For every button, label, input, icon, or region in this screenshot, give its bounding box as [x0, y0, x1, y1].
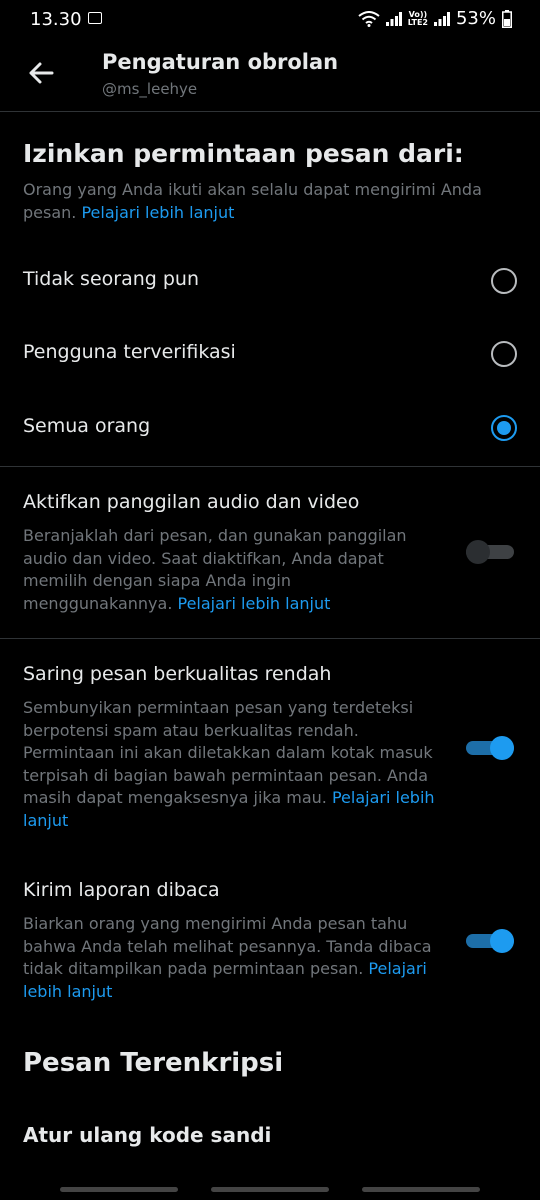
battery-percent: 53% — [455, 8, 496, 29]
page-title: Pengaturan obrolan — [102, 50, 339, 74]
setting-title: Saring pesan berkualitas rendah — [23, 663, 332, 685]
status-bar: 13.30 Vo)) LTE2 53% — [0, 0, 540, 40]
signal-icon — [385, 11, 402, 26]
battery-icon — [502, 9, 512, 28]
wifi-icon — [358, 10, 380, 27]
arrow-left-icon — [29, 62, 54, 84]
signal-icon-2 — [433, 11, 450, 26]
radio-button-selected[interactable] — [491, 415, 517, 441]
setting-title: Kirim laporan dibaca — [23, 879, 220, 901]
system-nav-bar — [0, 1178, 540, 1200]
divider — [0, 638, 540, 639]
option-verified-users[interactable]: Pengguna terverifikasi — [0, 319, 540, 391]
toggle-knob — [466, 540, 490, 564]
setting-description: Biarkan orang yang mengirimi Anda pesan … — [23, 913, 443, 1003]
learn-more-link[interactable]: Pelajari lebih lanjut — [81, 203, 234, 222]
quality-filter-toggle[interactable] — [466, 736, 514, 760]
lte-label: LTE2 — [407, 17, 428, 27]
audio-video-toggle[interactable] — [466, 540, 514, 564]
divider — [0, 466, 540, 467]
account-handle: @ms_leehye — [102, 80, 198, 98]
option-label: Semua orang — [23, 415, 151, 437]
setting-description: Sembunyikan permintaan pesan yang terdet… — [23, 697, 443, 832]
option-nobody[interactable]: Tidak seorang pun — [0, 246, 540, 318]
radio-button[interactable] — [491, 268, 517, 294]
toggle-knob — [490, 736, 514, 760]
gallery-notification-icon — [88, 12, 102, 24]
option-everyone[interactable]: Semua orang — [0, 393, 540, 465]
app-header: Pengaturan obrolan @ms_leehye — [0, 40, 540, 112]
read-receipts-toggle[interactable] — [466, 929, 514, 953]
setting-description: Beranjaklah dari pesan, dan gunakan pang… — [23, 525, 443, 615]
encrypted-messages-heading: Pesan Terenkripsi — [23, 1048, 284, 1078]
nav-back-button[interactable] — [362, 1187, 480, 1192]
message-requests-description: Orang yang Anda ikuti akan selalu dapat … — [23, 178, 513, 224]
setting-title: Aktifkan panggilan audio dan video — [23, 491, 360, 513]
radio-button[interactable] — [491, 341, 517, 367]
option-label: Pengguna terverifikasi — [23, 341, 236, 363]
message-requests-title: Izinkan permintaan pesan dari: — [23, 139, 464, 168]
volte-indicator: Vo)) LTE2 — [407, 10, 428, 27]
status-time: 13.30 — [30, 9, 82, 30]
option-label: Tidak seorang pun — [23, 268, 200, 290]
status-icons: Vo)) LTE2 53% — [358, 8, 512, 29]
back-button[interactable] — [24, 56, 58, 90]
reset-passcode-button[interactable]: Atur ulang kode sandi — [23, 1123, 271, 1147]
learn-more-link[interactable]: Pelajari lebih lanjut — [178, 594, 331, 613]
nav-recents-button[interactable] — [60, 1187, 178, 1192]
toggle-knob — [490, 929, 514, 953]
nav-home-button[interactable] — [211, 1187, 329, 1192]
